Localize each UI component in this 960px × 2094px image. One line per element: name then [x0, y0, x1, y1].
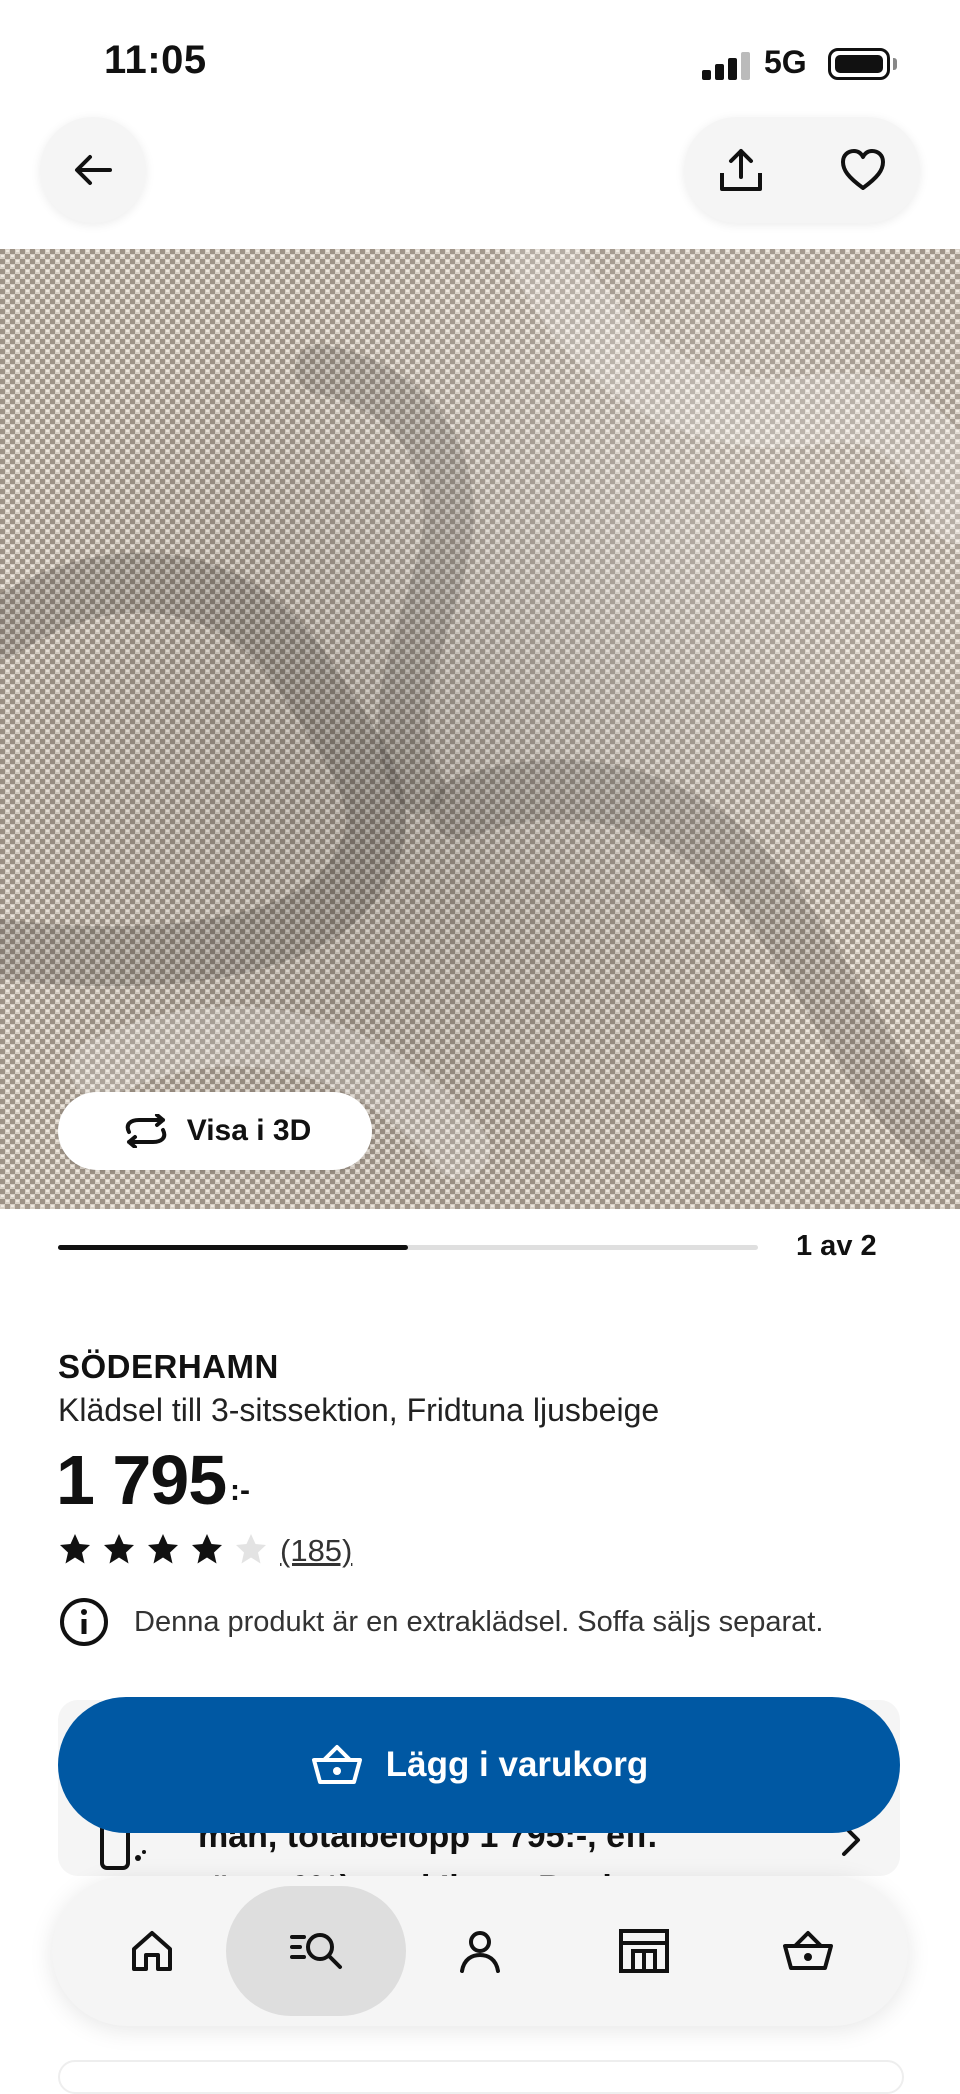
view-3d-label: Visa i 3D [186, 1114, 312, 1147]
home-icon [132, 1931, 172, 1971]
tab-profile[interactable] [390, 1886, 570, 2016]
rotate-icon [125, 1114, 166, 1148]
product-image[interactable] [0, 249, 960, 1209]
arrow-left-icon [75, 155, 112, 185]
star-icon [148, 1534, 178, 1564]
back-button[interactable] [40, 117, 146, 223]
favourite-button[interactable] [810, 117, 916, 223]
star-icon [236, 1534, 266, 1564]
info-icon [60, 1598, 108, 1646]
status-time: 11:05 [104, 38, 207, 82]
add-to-cart-button[interactable]: Lägg i varukorg [58, 1697, 900, 1833]
tab-cart[interactable] [718, 1886, 898, 2016]
credit-line-2: ränta 0%) med Ikano Bank [198, 1862, 758, 1876]
tab-search[interactable] [226, 1886, 406, 2016]
top-actions [684, 117, 920, 223]
search-icon [290, 1933, 342, 1969]
fabric-texture [0, 249, 960, 1209]
info-text: Denna produkt är en extraklädsel. Soffa … [134, 1605, 824, 1638]
battery-icon [828, 48, 890, 80]
share-button[interactable] [688, 117, 794, 223]
status-bar: 11:05 5G [0, 0, 960, 120]
reviews-link[interactable]: (185) [280, 1533, 352, 1569]
add-to-cart-label: Lägg i varukorg [385, 1745, 649, 1784]
info-notice: Denna produkt är en extraklädsel. Soffa … [58, 1596, 823, 1648]
gallery-progress-fill [58, 1245, 408, 1250]
battery-cap [893, 58, 897, 70]
basket-icon [311, 1745, 362, 1784]
content-edge [58, 2060, 904, 2094]
tab-store[interactable] [554, 1886, 734, 2016]
price-suffix: :- [230, 1474, 250, 1507]
network-type: 5G [764, 44, 807, 80]
product-description: Klädsel till 3-sitssektion, Fridtuna lju… [58, 1392, 660, 1428]
store-icon [619, 1929, 669, 1973]
view-3d-button[interactable]: Visa i 3D [58, 1092, 372, 1170]
bottom-tab-bar [52, 1876, 908, 2026]
tab-home[interactable] [62, 1886, 242, 2016]
heart-icon [841, 149, 885, 190]
product-brand: SÖDERHAMN [58, 1348, 279, 1385]
signal-icon [702, 50, 750, 80]
share-icon [720, 149, 762, 191]
product-price: 1 795 [56, 1441, 227, 1519]
star-icon [60, 1534, 90, 1564]
rating-stars[interactable] [58, 1532, 268, 1566]
gallery-page-indicator: 1 av 2 [796, 1230, 877, 1262]
star-icon [192, 1534, 222, 1564]
gallery-progress [58, 1245, 758, 1250]
cart-icon [783, 1931, 833, 1970]
star-icon [104, 1534, 134, 1564]
profile-icon [460, 1931, 500, 1973]
